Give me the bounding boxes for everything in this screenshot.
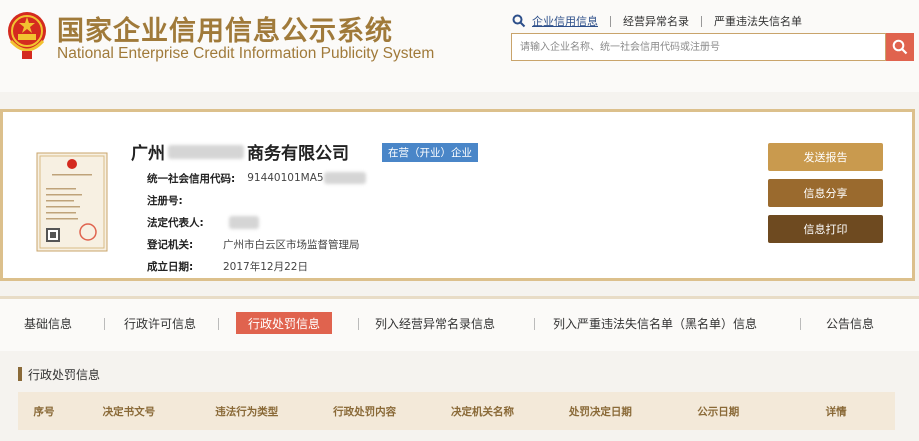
company-name: 广州 商务有限公司 xyxy=(131,139,349,164)
divider xyxy=(610,15,611,27)
column-header: 决定书文号 xyxy=(102,405,156,418)
site-title: 国家企业信用信息公示系统 xyxy=(57,16,393,47)
share-info-button[interactable]: 信息分享 xyxy=(768,179,883,207)
column-header: 违法行为类型 xyxy=(215,405,279,418)
redacted-text xyxy=(323,172,366,184)
info-row-authority: 登记机关: 广州市白云区市场监督管理局 xyxy=(147,233,366,255)
tab-announcements[interactable]: 公告信息 xyxy=(826,312,874,334)
company-card: 广州 商务有限公司 在营（开业）企业 统一社会信用代码: 91440101MA5… xyxy=(0,109,915,281)
link-abnormal-list[interactable]: 经营异常名录 xyxy=(623,13,689,29)
column-header: 序号 xyxy=(33,405,55,418)
national-emblem-icon xyxy=(8,12,46,59)
divider xyxy=(358,318,359,330)
section-marker xyxy=(18,367,22,381)
site-header: 国家企业信用信息公示系统 National Enterprise Credit … xyxy=(0,0,919,92)
divider xyxy=(701,15,702,27)
divider xyxy=(104,318,105,330)
business-license-image xyxy=(36,152,108,252)
info-row-legal-rep: 法定代表人: xyxy=(147,211,366,233)
redacted-text xyxy=(229,215,259,229)
field-label: 法定代表人: xyxy=(147,216,204,229)
tab-abnormal-list[interactable]: 列入经营异常名录信息 xyxy=(375,312,495,334)
column-header: 详情 xyxy=(825,405,847,418)
field-value: 广州市白云区市场监督管理局 xyxy=(223,238,360,251)
top-links: 企业信用信息 经营异常名录 严重违法失信名单 xyxy=(512,12,802,30)
field-label: 登记机关: xyxy=(147,238,194,251)
info-row-established: 成立日期: 2017年12月22日 xyxy=(147,255,366,277)
site-subtitle-en: National Enterprise Credit Information P… xyxy=(57,45,435,62)
tab-basic-info[interactable]: 基础信息 xyxy=(24,312,72,334)
field-label: 统一社会信用代码: xyxy=(147,172,236,185)
info-tabs: 基础信息 行政许可信息 行政处罚信息 列入经营异常名录信息 列入严重违法失信名单… xyxy=(0,296,919,351)
tab-admin-penalty[interactable]: 行政处罚信息 xyxy=(236,312,333,334)
link-enterprise-credit[interactable]: 企业信用信息 xyxy=(532,13,598,29)
print-info-button[interactable]: 信息打印 xyxy=(768,215,883,243)
info-row-reg-number: 注册号: xyxy=(147,189,366,211)
field-value: 2017年12月22日 xyxy=(223,260,308,273)
redacted-text xyxy=(168,144,244,159)
column-header: 行政处罚内容 xyxy=(333,405,397,418)
section-title: 行政处罚信息 xyxy=(28,367,101,382)
field-label: 注册号: xyxy=(147,194,183,207)
section-heading: 行政处罚信息 xyxy=(18,366,100,382)
search-field xyxy=(511,33,886,61)
search-button[interactable] xyxy=(886,33,914,61)
column-header: 公示日期 xyxy=(697,405,740,418)
column-header: 处罚决定日期 xyxy=(568,405,632,418)
divider xyxy=(218,318,219,330)
info-row-credit-code: 统一社会信用代码: 91440101MA5 xyxy=(147,167,366,189)
search-icon xyxy=(512,14,526,28)
company-name-prefix: 广州 xyxy=(131,144,165,164)
search-icon xyxy=(892,39,908,55)
divider xyxy=(800,318,801,330)
tab-blacklist[interactable]: 列入严重违法失信名单（黑名单）信息 xyxy=(553,312,757,334)
status-badge: 在营（开业）企业 xyxy=(382,143,478,162)
field-label: 成立日期: xyxy=(147,260,194,273)
field-value: 91440101MA5 xyxy=(247,172,324,184)
column-header: 决定机关名称 xyxy=(451,405,514,418)
search-input[interactable] xyxy=(512,34,885,60)
divider xyxy=(534,318,535,330)
link-blacklist[interactable]: 严重违法失信名单 xyxy=(714,13,802,29)
penalty-table-header: 序号 决定书文号 违法行为类型 行政处罚内容 决定机关名称 处罚决定日期 公示日… xyxy=(18,392,895,430)
tab-admin-license[interactable]: 行政许可信息 xyxy=(124,312,196,334)
company-name-suffix: 商务有限公司 xyxy=(247,144,349,164)
company-info: 统一社会信用代码: 91440101MA5 注册号: 法定代表人: 登记机关: … xyxy=(147,167,366,277)
send-report-button[interactable]: 发送报告 xyxy=(768,143,883,171)
